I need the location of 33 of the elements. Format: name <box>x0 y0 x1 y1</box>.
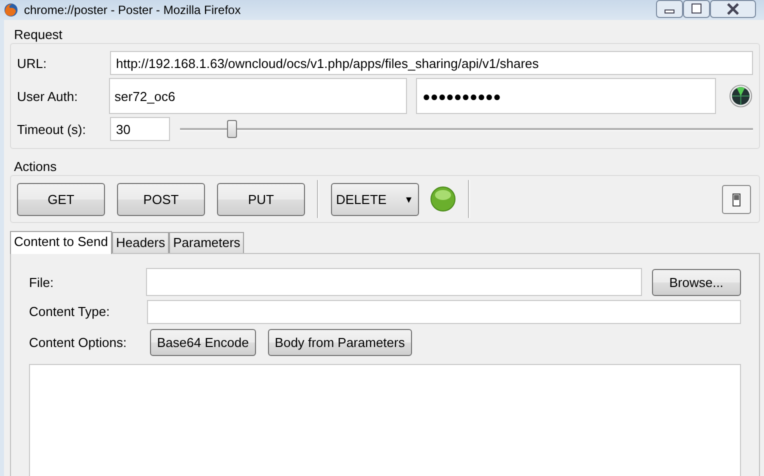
maximize-button[interactable] <box>683 0 710 18</box>
username-field[interactable]: ser72_oc6 <box>108 78 408 114</box>
section-title: Actions <box>13 158 58 175</box>
method-button[interactable]: GET <box>17 182 105 216</box>
field-label: Timeout (s): <box>17 122 87 136</box>
section-title: Request <box>13 26 64 43</box>
content-type-field[interactable] <box>147 300 741 324</box>
browser-logo-icon <box>4 3 18 17</box>
method-button[interactable]: PUT <box>217 182 305 216</box>
minimize-button[interactable] <box>656 0 683 18</box>
field-label: Content Type: <box>29 304 111 319</box>
method-dropdown[interactable]: DELETE ▾ <box>331 182 419 216</box>
timeout-field[interactable]: 30 <box>110 117 170 141</box>
method-button[interactable]: POST <box>117 182 205 216</box>
slider-thumb[interactable] <box>226 120 237 138</box>
file-field[interactable] <box>146 268 642 296</box>
tab[interactable]: Headers <box>112 232 170 253</box>
toggle-switch-icon[interactable] <box>722 184 751 214</box>
field-label: Content Options: <box>29 335 128 350</box>
close-button[interactable] <box>710 0 756 18</box>
window-title: chrome://poster - Poster - Mozilla Firefox <box>24 3 241 17</box>
status-light-icon <box>430 186 456 212</box>
tab[interactable]: Content to Send <box>10 231 112 254</box>
field-label: File: <box>29 274 55 290</box>
password-field[interactable]: ●●●●●●●●●● <box>416 78 716 114</box>
option-button[interactable]: Body from Parameters <box>268 329 412 356</box>
radar-icon <box>729 84 753 108</box>
field-label: User Auth: <box>17 88 79 104</box>
field-label: URL: <box>17 56 48 70</box>
browse-button[interactable]: Browse... <box>652 268 742 296</box>
tab[interactable]: Parameters <box>169 232 244 253</box>
option-button[interactable]: Base64 Encode <box>150 329 256 356</box>
url-field[interactable]: http://192.168.1.63/owncloud/ocs/v1.php/apps/files_sharing/api/v1/shares <box>110 51 753 75</box>
